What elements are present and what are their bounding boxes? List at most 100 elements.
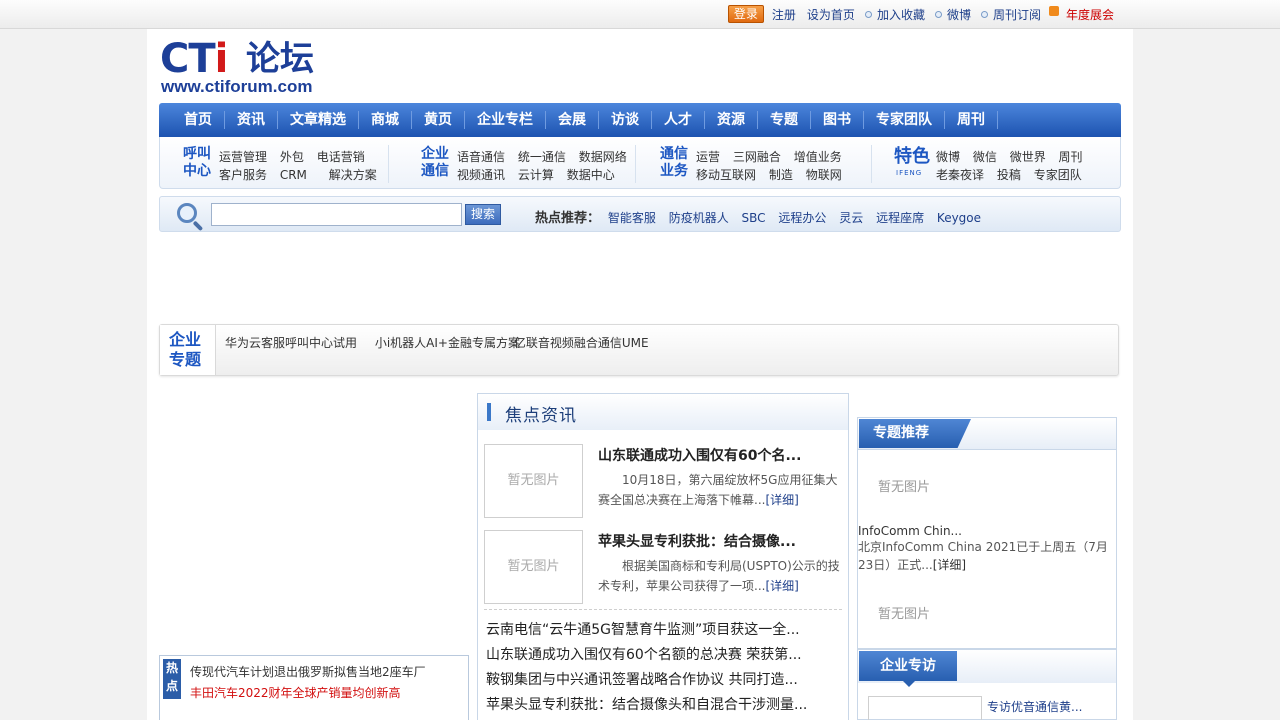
link-video-comm[interactable]: 视频通讯 bbox=[457, 168, 505, 182]
link-micro-world[interactable]: 微世界 bbox=[1010, 150, 1046, 164]
nav-home[interactable]: 首页 bbox=[172, 111, 225, 129]
nav-interview[interactable]: 访谈 bbox=[599, 111, 652, 129]
hot-label: 热点推荐： bbox=[535, 211, 601, 226]
hot-keyword[interactable]: Keygoe bbox=[937, 211, 981, 225]
link-customer-service[interactable]: 客户服务 bbox=[219, 168, 267, 182]
link-outsourcing[interactable]: 外包 bbox=[280, 150, 304, 164]
link-value-added[interactable]: 增值业务 bbox=[794, 150, 842, 164]
link-ops-management[interactable]: 运营管理 bbox=[219, 150, 267, 164]
nav-experts[interactable]: 专家团队 bbox=[864, 111, 945, 129]
nav-weekly[interactable]: 周刊 bbox=[945, 111, 998, 129]
search-icon bbox=[175, 201, 205, 232]
nav-yellowpages[interactable]: 黄页 bbox=[412, 111, 465, 129]
bullet-icon bbox=[934, 10, 942, 18]
group-call-center: 呼叫 中心 运营管理 外包 电话营销 客户服务 CRM 解决方案 bbox=[183, 146, 403, 182]
focus-title: 焦点资讯 bbox=[505, 406, 577, 426]
nav-mall[interactable]: 商城 bbox=[359, 111, 412, 129]
interview-item-title[interactable]: 专访优音通信黄... bbox=[987, 698, 1082, 715]
bullet-icon bbox=[864, 10, 872, 18]
logo-chinese: 论坛 bbox=[246, 39, 314, 79]
link-expert-team[interactable]: 专家团队 bbox=[1034, 168, 1082, 182]
divider bbox=[388, 145, 389, 183]
focus-item: 暂无图片 苹果头显专利获批：结合摄像... 根据美国商标和专利局(USPTO)公… bbox=[484, 530, 846, 610]
focus-item-title[interactable]: 苹果头显专利获批：结合摄像... bbox=[598, 531, 796, 551]
ticker-news[interactable]: 丰田汽车2022财年全球产销量均创新高 bbox=[190, 684, 401, 701]
link-solutions[interactable]: 解决方案 bbox=[329, 168, 377, 182]
group-title: 企业 通信 bbox=[421, 146, 449, 179]
interview-tab[interactable]: 企业专访 bbox=[859, 651, 957, 687]
site-logo[interactable]: CTi 论坛 www.ctiforum.com bbox=[160, 39, 328, 97]
list-item[interactable]: 苹果头显专利获批：结合摄像头和自混合干涉测量... bbox=[486, 697, 807, 713]
link-unified-comm[interactable]: 统一通信 bbox=[518, 150, 566, 164]
link-weekly[interactable]: 周刊 bbox=[1059, 150, 1083, 164]
register-link[interactable]: 注册 bbox=[772, 6, 796, 23]
hot-keyword[interactable]: 智能客服 bbox=[608, 211, 656, 225]
list-item[interactable]: 鞍钢集团与中兴通讯签署战略合作协议 共同打造... bbox=[486, 672, 798, 688]
nav-books[interactable]: 图书 bbox=[811, 111, 864, 129]
hot-keyword[interactable]: 远程办公 bbox=[778, 211, 826, 225]
divider bbox=[635, 145, 636, 183]
nav-talent[interactable]: 人才 bbox=[652, 111, 705, 129]
login-button[interactable]: 登录 bbox=[727, 5, 764, 23]
no-image-placeholder[interactable]: 暂无图片 bbox=[484, 530, 583, 604]
hot-keywords: 热点推荐： 智能客服 防疫机器人 SBC 远程办公 灵云 远程座席 Keygoe bbox=[535, 207, 990, 226]
link-data-center[interactable]: 数据中心 bbox=[567, 168, 615, 182]
interview-thumbnail[interactable] bbox=[868, 696, 982, 720]
link-cloud-computing[interactable]: 云计算 bbox=[518, 168, 554, 182]
add-favorite-link[interactable]: 加入收藏 bbox=[877, 6, 925, 23]
weibo-link[interactable]: 微博 bbox=[947, 6, 971, 23]
no-image-placeholder[interactable]: 暂无图片 bbox=[484, 444, 583, 518]
search-input[interactable] bbox=[211, 203, 462, 226]
logo-cti: CTi bbox=[160, 36, 228, 82]
nav-articles[interactable]: 文章精选 bbox=[278, 111, 359, 129]
hot-keyword[interactable]: SBC bbox=[742, 211, 766, 225]
link-wechat[interactable]: 微信 bbox=[973, 150, 997, 164]
search-button[interactable]: 搜索 bbox=[465, 204, 501, 225]
link-telemarketing[interactable]: 电话营销 bbox=[317, 150, 365, 164]
special-item-title[interactable]: InfoComm Chin... bbox=[858, 524, 962, 538]
no-image-placeholder[interactable]: 暂无图片 bbox=[878, 476, 930, 495]
link-submit[interactable]: 投稿 bbox=[997, 168, 1021, 182]
more-link[interactable]: [详细] bbox=[765, 493, 798, 507]
topic-link[interactable]: 小i机器人AI+金融专属方案 bbox=[375, 336, 520, 350]
link-weibo[interactable]: 微博 bbox=[936, 150, 960, 164]
focus-news: 焦点资讯 暂无图片 山东联通成功入围仅有60个名... 10月18日，第六届绽放… bbox=[477, 393, 849, 720]
focus-item-desc: 根据美国商标和专利局(USPTO)公示的技术专利，苹果公司获得了一项...[详细… bbox=[598, 559, 840, 593]
link-mobile-internet[interactable]: 移动互联网 bbox=[696, 168, 756, 182]
more-link[interactable]: [详细] bbox=[933, 558, 966, 572]
focus-list: 云南电信“云牛通5G智慧育牛监测”项目获这一全... 山东联通成功入围仅有60个… bbox=[486, 618, 846, 718]
focus-header: 焦点资讯 bbox=[478, 394, 848, 430]
link-night-translation[interactable]: 老秦夜译 bbox=[936, 168, 984, 182]
hot-keyword[interactable]: 防疫机器人 bbox=[669, 211, 729, 225]
topic-link[interactable]: 华为云客服呼叫中心试用 bbox=[225, 336, 357, 350]
weekly-subscribe-link[interactable]: 周刊订阅 bbox=[993, 6, 1041, 23]
link-crm[interactable]: CRM bbox=[280, 168, 307, 182]
set-homepage-link[interactable]: 设为首页 bbox=[807, 6, 855, 23]
top-links: 登录 注册 设为首页 加入收藏 微博 周刊订阅 年度展会 bbox=[727, 5, 1120, 23]
more-link[interactable]: [详细] bbox=[765, 579, 798, 593]
bullet-icon bbox=[980, 10, 988, 18]
nav-news[interactable]: 资讯 bbox=[225, 111, 278, 129]
nav-exhibition[interactable]: 会展 bbox=[546, 111, 599, 129]
nav-resources[interactable]: 资源 bbox=[705, 111, 758, 129]
list-item[interactable]: 山东联通成功入围仅有60个名额的总决赛 荣获第... bbox=[486, 647, 802, 663]
list-item[interactable]: 云南电信“云牛通5G智慧育牛监测”项目获这一全... bbox=[486, 622, 800, 638]
focus-item-title[interactable]: 山东联通成功入围仅有60个名... bbox=[598, 445, 801, 465]
nav-enterprise-column[interactable]: 企业专栏 bbox=[465, 111, 546, 129]
no-image-placeholder[interactable]: 暂无图片 bbox=[878, 603, 930, 622]
topics-list: 华为云客服呼叫中心试用 小i机器人AI+金融专属方案 亿联音视频融合通信UME bbox=[225, 334, 649, 351]
focus-item-desc: 10月18日，第六届绽放杯5G应用征集大赛全国总决赛在上海落下帷幕...[详细] bbox=[598, 473, 838, 507]
link-data-network[interactable]: 数据网络 bbox=[579, 150, 627, 164]
annual-expo-link[interactable]: 年度展会 bbox=[1066, 6, 1114, 23]
hot-keyword[interactable]: 远程座席 bbox=[876, 211, 924, 225]
link-manufacturing[interactable]: 制造 bbox=[769, 168, 793, 182]
topic-link[interactable]: 亿联音视频融合通信UME bbox=[514, 336, 649, 350]
link-voice-comm[interactable]: 语音通信 bbox=[457, 150, 505, 164]
ticker-news[interactable]: 传现代汽车计划退出俄罗斯拟售当地2座车厂 bbox=[190, 663, 426, 680]
special-topics-tab[interactable]: 专题推荐 bbox=[859, 419, 971, 448]
link-iot[interactable]: 物联网 bbox=[806, 168, 842, 182]
hot-keyword[interactable]: 灵云 bbox=[839, 211, 863, 225]
nav-topics[interactable]: 专题 bbox=[758, 111, 811, 129]
link-operations[interactable]: 运营 bbox=[696, 150, 720, 164]
link-triple-play[interactable]: 三网融合 bbox=[733, 150, 781, 164]
